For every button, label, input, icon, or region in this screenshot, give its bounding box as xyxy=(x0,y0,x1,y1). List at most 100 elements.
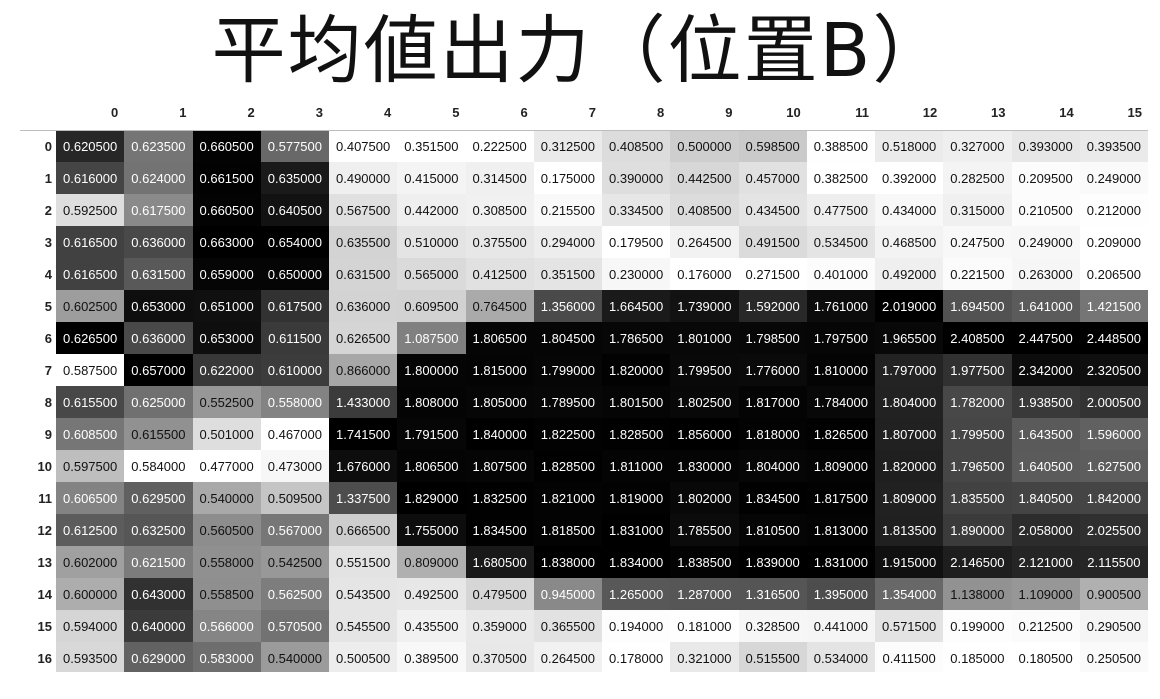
table-cell: 1.782000 xyxy=(943,386,1012,418)
table-cell: 1.809000 xyxy=(806,450,875,482)
table-cell: 0.294000 xyxy=(533,226,602,258)
column-header: 10 xyxy=(738,96,807,131)
table-cell: 1.965500 xyxy=(875,322,944,354)
table-cell: 0.654000 xyxy=(260,226,329,258)
table-cell: 1.840500 xyxy=(1011,482,1080,514)
column-header: 14 xyxy=(1011,96,1080,131)
table-cell: 1.815000 xyxy=(465,354,534,386)
table-cell: 0.560500 xyxy=(192,514,261,546)
table-row: 11 0.606500 0.629500 0.540000 0.509500 1.3375… xyxy=(20,482,1148,514)
table-cell: 0.629500 xyxy=(124,482,193,514)
table-cell: 0.562500 xyxy=(260,578,329,610)
table-cell: 1.804000 xyxy=(738,450,807,482)
table-cell: 1.799500 xyxy=(943,418,1012,450)
table-cell: 1.834500 xyxy=(738,482,807,514)
table-cell: 0.212500 xyxy=(1011,610,1080,642)
table-cell: 0.388500 xyxy=(806,130,875,162)
table-cell: 0.206500 xyxy=(1079,258,1148,290)
row-index: 3 xyxy=(20,226,56,258)
table-cell: 0.230000 xyxy=(602,258,671,290)
table-cell: 0.510000 xyxy=(397,226,466,258)
table-row: 2 0.592500 0.617500 0.660500 0.640500 0.56750… xyxy=(20,194,1148,226)
row-index: 8 xyxy=(20,386,56,418)
table-cell: 1.915000 xyxy=(875,546,944,578)
table-cell: 1.809000 xyxy=(875,482,944,514)
table-cell: 0.612500 xyxy=(56,514,125,546)
table-cell: 1.287000 xyxy=(670,578,739,610)
column-header: 8 xyxy=(602,96,671,131)
table-cell: 1.761000 xyxy=(806,290,875,322)
table-cell: 0.408500 xyxy=(670,194,739,226)
table-cell: 0.181000 xyxy=(670,610,739,642)
table-cell: 0.567000 xyxy=(260,514,329,546)
table-cell: 0.602500 xyxy=(56,290,125,322)
table-cell: 1.839000 xyxy=(738,546,807,578)
table-cell: 0.467000 xyxy=(260,418,329,450)
table-cell: 0.271500 xyxy=(738,258,807,290)
table-row: 15 0.594000 0.640000 0.566000 0.570500 0.5455… xyxy=(20,610,1148,642)
table-cell: 0.606500 xyxy=(56,482,125,514)
table-cell: 0.390000 xyxy=(602,162,671,194)
row-index: 11 xyxy=(20,482,56,514)
table-cell: 2.320500 xyxy=(1079,354,1148,386)
table-cell: 0.264500 xyxy=(670,226,739,258)
table-cell: 0.542500 xyxy=(260,546,329,578)
table-cell: 0.651000 xyxy=(192,290,261,322)
table-cell: 0.477500 xyxy=(806,194,875,226)
table-cell: 0.479500 xyxy=(465,578,534,610)
table-cell: 1.856000 xyxy=(670,418,739,450)
table-cell: 0.622000 xyxy=(192,354,261,386)
table-cell: 1.801000 xyxy=(670,322,739,354)
table-cell: 0.631500 xyxy=(124,258,193,290)
table-cell: 0.615500 xyxy=(124,418,193,450)
table-cell: 0.650000 xyxy=(260,258,329,290)
table-cell: 0.593500 xyxy=(56,642,125,672)
table-cell: 1.830000 xyxy=(670,450,739,482)
table-cell: 0.282500 xyxy=(943,162,1012,194)
table-cell: 0.584000 xyxy=(124,450,193,482)
table-cell: 1.811000 xyxy=(602,450,671,482)
table-cell: 0.180500 xyxy=(1011,642,1080,672)
table-cell: 0.643000 xyxy=(124,578,193,610)
table-cell: 0.491500 xyxy=(738,226,807,258)
table-cell: 0.209000 xyxy=(1079,226,1148,258)
table-cell: 0.359000 xyxy=(465,610,534,642)
table-cell: 0.540000 xyxy=(260,642,329,672)
table-cell: 0.194000 xyxy=(602,610,671,642)
heatmap-table-container: 0 1 2 3 4 5 6 7 8 9 10 11 12 13 14 15 0 0.620500 0.623500… xyxy=(20,96,1148,672)
heatmap-table: 0 1 2 3 4 5 6 7 8 9 10 11 12 13 14 15 0 0.620500 0.623500… xyxy=(20,96,1148,672)
table-cell: 0.608500 xyxy=(56,418,125,450)
table-cell: 0.566000 xyxy=(192,610,261,642)
table-cell: 0.565000 xyxy=(397,258,466,290)
row-index: 9 xyxy=(20,418,56,450)
table-cell: 1.676000 xyxy=(329,450,398,482)
table-cell: 0.250500 xyxy=(1079,642,1148,672)
column-header: 4 xyxy=(329,96,398,131)
table-cell: 0.900500 xyxy=(1079,578,1148,610)
table-cell: 1.786500 xyxy=(602,322,671,354)
table-cell: 0.592500 xyxy=(56,194,125,226)
column-header: 6 xyxy=(465,96,534,131)
table-cell: 1.798500 xyxy=(738,322,807,354)
table-cell: 2.146500 xyxy=(943,546,1012,578)
column-header: 1 xyxy=(124,96,193,131)
table-cell: 0.602000 xyxy=(56,546,125,578)
table-cell: 0.393000 xyxy=(1011,130,1080,162)
table-cell: 1.817500 xyxy=(806,482,875,514)
table-cell: 0.212000 xyxy=(1079,194,1148,226)
table-cell: 1.808000 xyxy=(397,386,466,418)
table-cell: 0.540000 xyxy=(192,482,261,514)
table-row: 8 0.615500 0.625000 0.552500 0.558000 1.43300… xyxy=(20,386,1148,418)
table-cell: 1.799500 xyxy=(670,354,739,386)
row-index: 4 xyxy=(20,258,56,290)
table-cell: 0.598500 xyxy=(738,130,807,162)
table-cell: 0.412500 xyxy=(465,258,534,290)
table-header-row: 0 1 2 3 4 5 6 7 8 9 10 11 12 13 14 15 xyxy=(20,96,1148,131)
table-cell: 0.375500 xyxy=(465,226,534,258)
row-index: 12 xyxy=(20,514,56,546)
column-header: 5 xyxy=(397,96,466,131)
table-cell: 0.389500 xyxy=(397,642,466,672)
table-cell: 0.473000 xyxy=(260,450,329,482)
table-row: 14 0.600000 0.643000 0.558500 0.562500 0.5435… xyxy=(20,578,1148,610)
table-cell: 0.635500 xyxy=(329,226,398,258)
